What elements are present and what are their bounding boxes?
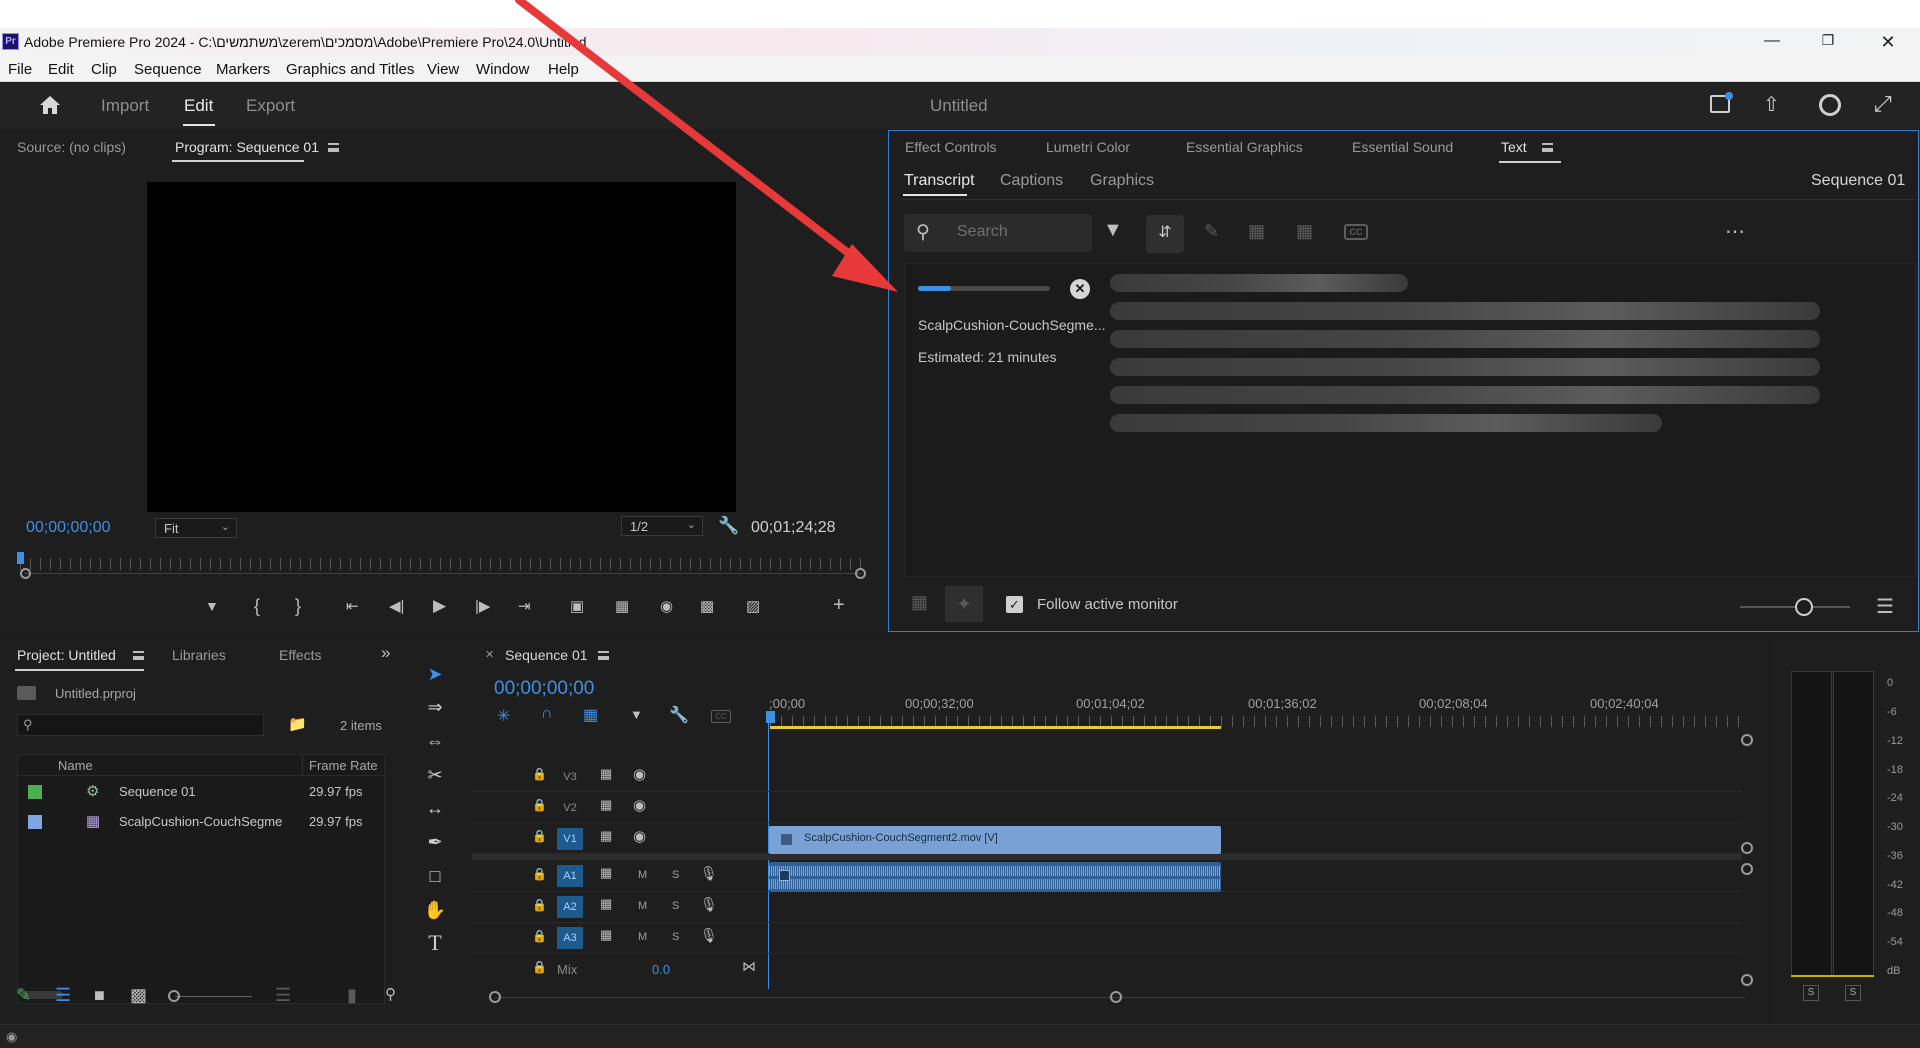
annotation-arrow — [515, 0, 898, 292]
